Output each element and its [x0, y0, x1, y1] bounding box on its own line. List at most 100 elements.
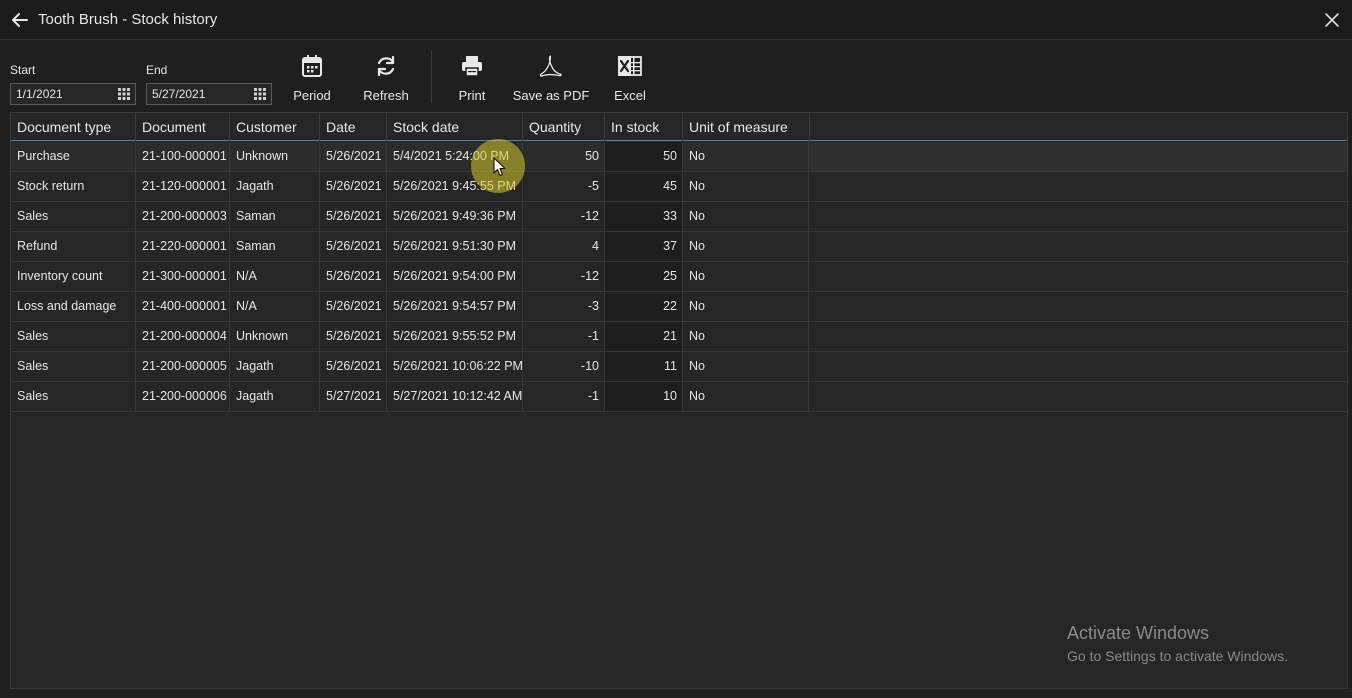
- column-header-document[interactable]: Document: [136, 113, 230, 141]
- cell-customer: Saman: [230, 202, 320, 231]
- period-label: Period: [293, 88, 331, 103]
- column-header-document-type[interactable]: Document type: [11, 113, 136, 141]
- cell-document: 21-200-000005: [136, 352, 230, 381]
- watermark-subtitle: Go to Settings to activate Windows.: [1067, 648, 1288, 664]
- refresh-button[interactable]: Refresh: [362, 53, 410, 109]
- column-header-stock-date[interactable]: Stock date: [387, 113, 523, 141]
- row-filler: [809, 262, 1347, 291]
- cell-quantity: -12: [523, 202, 605, 231]
- excel-button[interactable]: Excel: [610, 53, 650, 109]
- cell-document-type: Inventory count: [11, 262, 136, 291]
- start-label: Start: [10, 63, 36, 77]
- cell-stock-date: 5/26/2021 9:49:36 PM: [387, 202, 523, 231]
- calendar-icon: [302, 55, 322, 77]
- cell-document: 21-200-000006: [136, 382, 230, 411]
- row-filler: [809, 232, 1347, 261]
- cell-unit-of-measure: No: [683, 382, 809, 411]
- table-row[interactable]: Sales 21-200-000003 Saman 5/26/2021 5/26…: [11, 202, 1347, 232]
- cell-stock-date: 5/26/2021 10:06:22 PM: [387, 352, 523, 381]
- column-header-date[interactable]: Date: [320, 113, 387, 141]
- cell-document: 21-120-000001: [136, 172, 230, 201]
- print-button[interactable]: Print: [452, 53, 492, 109]
- cell-in-stock: 45: [605, 172, 683, 201]
- cell-date: 5/26/2021: [320, 292, 387, 321]
- cell-unit-of-measure: No: [683, 292, 809, 321]
- cell-document: 21-400-000001: [136, 292, 230, 321]
- cell-unit-of-measure: No: [683, 262, 809, 291]
- toolbar-separator: [431, 51, 432, 103]
- row-filler: [809, 142, 1347, 171]
- cell-document: 21-200-000003: [136, 202, 230, 231]
- cell-date: 5/26/2021: [320, 352, 387, 381]
- cell-in-stock: 50: [605, 142, 683, 171]
- cell-document: 21-200-000004: [136, 322, 230, 351]
- table-row[interactable]: Sales 21-200-000004 Unknown 5/26/2021 5/…: [11, 322, 1347, 352]
- table-row[interactable]: Inventory count 21-300-000001 N/A 5/26/2…: [11, 262, 1347, 292]
- cell-in-stock: 33: [605, 202, 683, 231]
- cell-stock-date: 5/27/2021 10:12:42 AM: [387, 382, 523, 411]
- cell-quantity: -12: [523, 262, 605, 291]
- print-label: Print: [458, 88, 486, 103]
- start-date-field[interactable]: [10, 83, 136, 105]
- cell-in-stock: 10: [605, 382, 683, 411]
- table-row[interactable]: Sales 21-200-000006 Jagath 5/27/2021 5/2…: [11, 382, 1347, 412]
- cell-quantity: -1: [523, 382, 605, 411]
- activation-watermark: Activate Windows Go to Settings to activ…: [1067, 623, 1288, 664]
- cell-document-type: Sales: [11, 352, 136, 381]
- cell-stock-date: 5/4/2021 5:24:00 PM: [387, 142, 523, 171]
- cell-document: 21-220-000001: [136, 232, 230, 261]
- cell-customer: N/A: [230, 262, 320, 291]
- cell-date: 5/26/2021: [320, 262, 387, 291]
- date-picker-grid-icon[interactable]: [118, 88, 130, 100]
- cell-date: 5/26/2021: [320, 322, 387, 351]
- cell-customer: Saman: [230, 232, 320, 261]
- printer-icon: [462, 56, 482, 77]
- cell-in-stock: 37: [605, 232, 683, 261]
- cell-quantity: -5: [523, 172, 605, 201]
- period-button[interactable]: Period: [289, 53, 335, 109]
- table-row[interactable]: Purchase 21-100-000001 Unknown 5/26/2021…: [11, 142, 1347, 172]
- cell-unit-of-measure: No: [683, 352, 809, 381]
- cell-unit-of-measure: No: [683, 322, 809, 351]
- cell-document: 21-100-000001: [136, 142, 230, 171]
- column-header-customer[interactable]: Customer: [230, 113, 320, 141]
- end-label: End: [146, 63, 168, 77]
- table-row[interactable]: Refund 21-220-000001 Saman 5/26/2021 5/2…: [11, 232, 1347, 262]
- table-row[interactable]: Sales 21-200-000005 Jagath 5/26/2021 5/2…: [11, 352, 1347, 382]
- close-icon: [1325, 13, 1339, 27]
- close-button[interactable]: [1320, 8, 1344, 32]
- cell-date: 5/26/2021: [320, 232, 387, 261]
- watermark-title: Activate Windows: [1067, 623, 1210, 643]
- column-header-quantity[interactable]: Quantity: [523, 113, 605, 141]
- save-as-pdf-button[interactable]: Save as PDF: [513, 53, 589, 109]
- date-picker-grid-icon[interactable]: [254, 88, 266, 100]
- cell-stock-date: 5/26/2021 9:45:55 PM: [387, 172, 523, 201]
- row-filler: [809, 382, 1347, 411]
- toolbar: Start End Period: [0, 41, 1352, 111]
- start-date-input[interactable]: [11, 84, 135, 104]
- cell-customer: Jagath: [230, 172, 320, 201]
- cell-document: 21-300-000001: [136, 262, 230, 291]
- cell-in-stock: 22: [605, 292, 683, 321]
- cell-unit-of-measure: No: [683, 232, 809, 261]
- table-row[interactable]: Loss and damage 21-400-000001 N/A 5/26/2…: [11, 292, 1347, 322]
- cell-document-type: Refund: [11, 232, 136, 261]
- cell-customer: Jagath: [230, 382, 320, 411]
- end-date-input[interactable]: [147, 84, 271, 104]
- end-date-field[interactable]: [146, 83, 272, 105]
- cell-customer: Jagath: [230, 352, 320, 381]
- column-header-in-stock[interactable]: In stock: [605, 113, 683, 141]
- window-title: Tooth Brush - Stock history: [38, 11, 218, 28]
- cell-quantity: 4: [523, 232, 605, 261]
- back-button[interactable]: [8, 8, 30, 32]
- excel-icon: [618, 56, 642, 76]
- cell-date: 5/26/2021: [320, 202, 387, 231]
- refresh-label: Refresh: [363, 88, 409, 103]
- title-bar: Tooth Brush - Stock history: [0, 0, 1352, 40]
- cell-date: 5/27/2021: [320, 382, 387, 411]
- column-header-unit-of-measure[interactable]: Unit of measure: [683, 113, 810, 141]
- cell-stock-date: 5/26/2021 9:54:00 PM: [387, 262, 523, 291]
- cell-customer: N/A: [230, 292, 320, 321]
- cell-stock-date: 5/26/2021 9:51:30 PM: [387, 232, 523, 261]
- table-row[interactable]: Stock return 21-120-000001 Jagath 5/26/2…: [11, 172, 1347, 202]
